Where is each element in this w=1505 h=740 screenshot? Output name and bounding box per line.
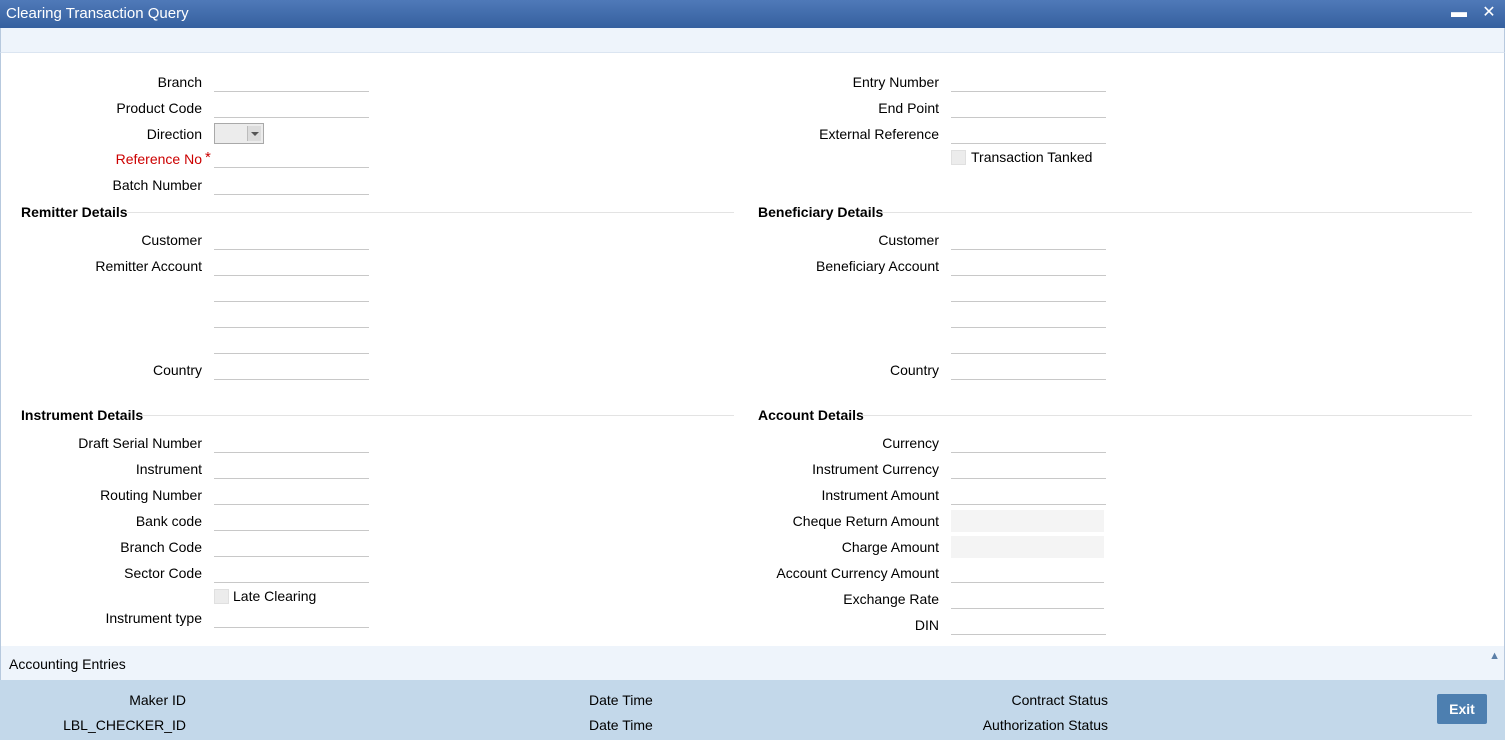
- instrument-currency-input[interactable]: [951, 459, 1106, 479]
- branch-label: Branch: [157, 74, 202, 90]
- beneficiary-country-label: Country: [889, 362, 939, 378]
- product-code-input[interactable]: [214, 98, 369, 118]
- required-indicator: *: [205, 149, 211, 166]
- instrument-label: Instrument: [135, 461, 202, 477]
- contract-status-label: Contract Status: [1011, 692, 1109, 708]
- remitter-address-line-3[interactable]: [214, 334, 369, 354]
- instrument-input[interactable]: [214, 459, 369, 479]
- account-details-heading: Account Details: [758, 407, 864, 423]
- product-code-label: Product Code: [116, 100, 202, 116]
- entry-number-input[interactable]: [951, 72, 1106, 92]
- late-clearing-label: Late Clearing: [233, 588, 317, 604]
- sector-code-input[interactable]: [214, 563, 369, 583]
- remitter-account-label: Remitter Account: [95, 258, 202, 274]
- beneficiary-address-line-1[interactable]: [951, 282, 1106, 302]
- section-divider: [861, 415, 1472, 416]
- entry-number-label: Entry Number: [852, 74, 939, 90]
- remitter-address-line-1[interactable]: [214, 282, 369, 302]
- beneficiary-address-line-3[interactable]: [951, 334, 1106, 354]
- sector-code-label: Sector Code: [124, 565, 202, 581]
- reference-no-input[interactable]: [214, 148, 369, 168]
- remitter-customer-input[interactable]: [214, 230, 369, 250]
- account-currency-amount-input[interactable]: [951, 563, 1104, 583]
- beneficiary-details-heading: Beneficiary Details: [758, 204, 884, 220]
- instrument-currency-label: Instrument Currency: [812, 461, 939, 477]
- routing-number-label: Routing Number: [100, 487, 202, 503]
- beneficiary-account-label: Beneficiary Account: [816, 258, 939, 274]
- late-clearing-checkbox[interactable]: [214, 589, 229, 604]
- close-icon[interactable]: ✕: [1480, 4, 1498, 22]
- external-reference-label: External Reference: [819, 126, 939, 142]
- section-divider: [127, 212, 734, 213]
- bank-code-input[interactable]: [214, 511, 369, 531]
- chevron-down-icon[interactable]: [247, 126, 261, 141]
- currency-label: Currency: [882, 435, 939, 451]
- remitter-details-heading: Remitter Details: [21, 204, 128, 220]
- transaction-tanked-label: Transaction Tanked: [971, 149, 1093, 165]
- remitter-customer-label: Customer: [141, 232, 202, 248]
- chevron-up-icon[interactable]: ▲: [1489, 650, 1500, 662]
- maker-date-time-label: Date Time: [589, 692, 653, 708]
- accounting-entries-bar: Accounting Entries ▲: [0, 646, 1505, 680]
- minimize-icon[interactable]: ▬: [1450, 4, 1468, 22]
- accounting-entries-link[interactable]: Accounting Entries: [9, 656, 126, 672]
- direction-select[interactable]: [214, 123, 264, 144]
- beneficiary-account-input[interactable]: [951, 256, 1106, 276]
- checker-date-time-label: Date Time: [589, 717, 653, 733]
- section-divider: [140, 415, 734, 416]
- instrument-type-input[interactable]: [214, 608, 369, 628]
- beneficiary-address-line-2[interactable]: [951, 308, 1106, 328]
- branch-code-input[interactable]: [214, 537, 369, 557]
- end-point-label: End Point: [878, 100, 939, 116]
- checker-id-label: LBL_CHECKER_ID: [63, 717, 186, 733]
- account-currency-amount-label: Account Currency Amount: [776, 565, 939, 581]
- instrument-type-label: Instrument type: [105, 610, 203, 626]
- batch-number-input[interactable]: [214, 175, 369, 195]
- cheque-return-amount-label: Cheque Return Amount: [792, 513, 939, 529]
- audit-footer: Maker ID LBL_CHECKER_ID Date Time Date T…: [0, 680, 1505, 740]
- bank-code-label: Bank code: [135, 513, 202, 529]
- draft-serial-number-label: Draft Serial Number: [78, 435, 202, 451]
- reference-no-label: Reference No: [115, 151, 202, 167]
- currency-input[interactable]: [951, 433, 1106, 453]
- beneficiary-country-input[interactable]: [951, 360, 1106, 380]
- window-title: Clearing Transaction Query: [6, 5, 189, 22]
- exchange-rate-label: Exchange Rate: [843, 591, 939, 607]
- transaction-tanked-checkbox[interactable]: [951, 150, 966, 165]
- routing-number-input[interactable]: [214, 485, 369, 505]
- window-titlebar: Clearing Transaction Query ▬ ✕: [0, 0, 1505, 28]
- batch-number-label: Batch Number: [112, 177, 202, 193]
- din-input[interactable]: [951, 615, 1106, 635]
- maker-id-label: Maker ID: [129, 692, 186, 708]
- branch-input[interactable]: [214, 72, 369, 92]
- end-point-input[interactable]: [951, 98, 1106, 118]
- section-divider: [881, 212, 1472, 213]
- draft-serial-number-input[interactable]: [214, 433, 369, 453]
- remitter-account-input[interactable]: [214, 256, 369, 276]
- instrument-amount-label: Instrument Amount: [821, 487, 939, 503]
- din-label: DIN: [914, 617, 939, 633]
- instrument-details-heading: Instrument Details: [21, 407, 144, 423]
- remitter-address-line-2[interactable]: [214, 308, 369, 328]
- cheque-return-amount-input[interactable]: [951, 510, 1104, 532]
- remitter-country-input[interactable]: [214, 360, 369, 380]
- beneficiary-customer-label: Customer: [878, 232, 939, 248]
- exchange-rate-input[interactable]: [951, 589, 1104, 609]
- charge-amount-input[interactable]: [951, 536, 1104, 558]
- charge-amount-label: Charge Amount: [841, 539, 939, 555]
- branch-code-label: Branch Code: [120, 539, 202, 555]
- external-reference-input[interactable]: [951, 124, 1106, 144]
- exit-button[interactable]: Exit: [1437, 694, 1487, 724]
- remitter-country-label: Country: [152, 362, 202, 378]
- direction-label: Direction: [146, 126, 202, 142]
- toolbar: [0, 28, 1505, 53]
- authorization-status-label: Authorization Status: [982, 717, 1108, 733]
- instrument-amount-input[interactable]: [951, 485, 1106, 505]
- beneficiary-customer-input[interactable]: [951, 230, 1106, 250]
